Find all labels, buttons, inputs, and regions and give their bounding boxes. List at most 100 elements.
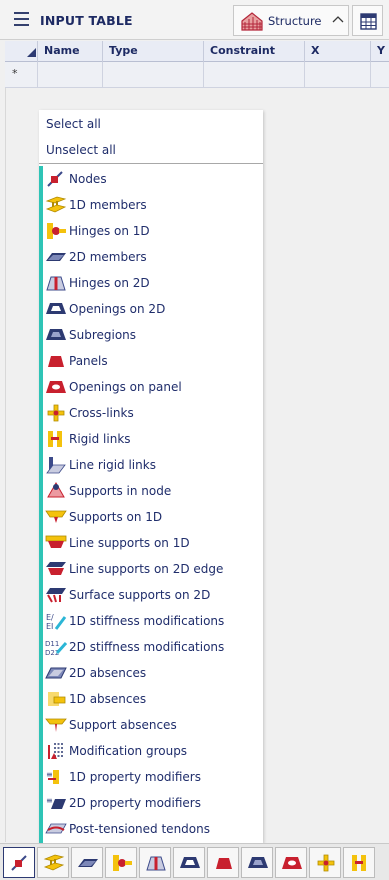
column-header-name[interactable]: Name xyxy=(38,41,103,62)
menu-item[interactable]: 2D members xyxy=(45,244,261,270)
menu-item[interactable]: ≡ 2D property modifiers xyxy=(45,790,261,816)
menu-item-label: Rigid links xyxy=(69,432,131,446)
svg-text:≡: ≡ xyxy=(46,796,53,805)
structure-icon xyxy=(240,11,264,34)
new-row[interactable]: * xyxy=(5,62,389,88)
menu-item[interactable]: Line rigid links xyxy=(45,452,261,478)
menu-item-label: 2D property modifiers xyxy=(69,796,201,810)
new-row-marker: * xyxy=(5,62,38,88)
menu-item-label: Cross-links xyxy=(69,406,134,420)
menu-item[interactable]: Line supports on 1D xyxy=(45,530,261,556)
structure-dropdown[interactable]: Structure xyxy=(233,5,349,36)
menu-item[interactable]: Post-tensioned tendons xyxy=(45,816,261,842)
structure-label: Structure xyxy=(268,14,322,28)
menu-item-label: Nodes xyxy=(69,172,107,186)
table-view-button[interactable] xyxy=(352,5,383,36)
menu-item-label: Hinges on 1D xyxy=(69,224,150,238)
menu-item[interactable]: Modification groups xyxy=(45,738,261,764)
menu-item-label: Support absences xyxy=(69,718,177,732)
menu-item[interactable]: Panels xyxy=(45,348,261,374)
menu-item-label: Hinges on 2D xyxy=(69,276,150,290)
menu-item[interactable]: Line supports on 2D edge xyxy=(45,556,261,582)
absence-1d-icon xyxy=(45,689,67,709)
menu-item-label: Subregions xyxy=(69,328,137,342)
property-modifier-1d-icon: ≡ xyxy=(45,767,67,787)
menu-item[interactable]: Nodes xyxy=(45,166,261,192)
tab-rigid-link[interactable] xyxy=(343,847,375,878)
select-all-cell[interactable] xyxy=(5,41,38,62)
menu-item[interactable]: Supports in node xyxy=(45,478,261,504)
menu-icon[interactable] xyxy=(14,12,29,26)
opening-panel-icon xyxy=(45,377,67,397)
menu-accent-bar xyxy=(39,166,43,843)
entity-tab-strip xyxy=(0,843,389,880)
column-header-y[interactable]: Y xyxy=(371,41,389,62)
menu-item[interactable]: 2D absences xyxy=(45,660,261,686)
tab-plate[interactable] xyxy=(71,847,103,878)
tab-opening-2d[interactable] xyxy=(173,847,205,878)
menu-item[interactable]: Support absences xyxy=(45,712,261,738)
column-header-constraint[interactable]: Constraint xyxy=(204,41,305,62)
menu-item[interactable]: E/EI 1D stiffness modifications xyxy=(45,608,261,634)
new-row-x-cell[interactable] xyxy=(305,62,371,88)
menu-item-label: Line rigid links xyxy=(69,458,156,472)
svg-text:≡: ≡ xyxy=(46,770,53,779)
plate-icon xyxy=(45,247,67,267)
menu-item-label: Supports in node xyxy=(69,484,172,498)
support-1d-icon xyxy=(45,507,67,527)
column-header-x[interactable]: X xyxy=(305,41,371,62)
new-row-y-cell[interactable] xyxy=(371,62,389,88)
svg-text:D11: D11 xyxy=(45,640,59,648)
unselect-all-option[interactable]: Unselect all xyxy=(46,143,116,157)
menu-item[interactable]: D11 D22 2D stiffness modifications xyxy=(45,634,261,660)
menu-item[interactable]: Hinges on 2D xyxy=(45,270,261,296)
tab-subregion[interactable] xyxy=(241,847,273,878)
tab-panel[interactable] xyxy=(207,847,239,878)
menu-item[interactable]: Rigid links xyxy=(45,426,261,452)
grid-header: Name Type Constraint X Y xyxy=(5,41,389,62)
tab-node[interactable] xyxy=(3,847,35,878)
tab-beam[interactable] xyxy=(37,847,69,878)
tab-hinge-1d[interactable] xyxy=(105,847,137,878)
rigid-link-icon xyxy=(45,429,67,449)
menu-item[interactable]: Cross-links xyxy=(45,400,261,426)
line-support-2d-edge-icon xyxy=(45,559,67,579)
stiffness-2d-icon: D11 D22 xyxy=(45,637,68,657)
new-row-constraint-cell[interactable] xyxy=(204,62,305,88)
menu-item[interactable]: Openings on panel xyxy=(45,374,261,400)
menu-item-label: Line supports on 2D edge xyxy=(69,562,224,576)
absence-2d-icon xyxy=(45,663,67,683)
menu-item-label: 2D members xyxy=(69,250,147,264)
menu-item-label: Openings on 2D xyxy=(69,302,166,316)
node-support-icon xyxy=(45,481,67,501)
menu-item[interactable]: 1D members xyxy=(45,192,261,218)
svg-text:EI: EI xyxy=(46,622,53,631)
beam-icon xyxy=(45,195,67,215)
menu-item[interactable]: ≡ 1D property modifiers xyxy=(45,764,261,790)
new-row-name-cell[interactable] xyxy=(38,62,103,88)
tab-cross-link[interactable] xyxy=(309,847,341,878)
node-icon xyxy=(45,169,67,189)
tab-opening-panel[interactable] xyxy=(275,847,307,878)
menu-divider xyxy=(39,163,263,164)
menu-item-label: 1D stiffness modifications xyxy=(69,614,225,628)
menu-item[interactable]: Supports on 1D xyxy=(45,504,261,530)
column-header-type[interactable]: Type xyxy=(103,41,204,62)
new-row-type-cell[interactable] xyxy=(103,62,204,88)
menu-item[interactable]: 1D absences xyxy=(45,686,261,712)
menu-item[interactable]: Subregions xyxy=(45,322,261,348)
menu-item[interactable]: Hinges on 1D xyxy=(45,218,261,244)
select-all-option[interactable]: Select all xyxy=(46,117,101,131)
menu-item-label: 1D absences xyxy=(69,692,147,706)
svg-text:E/: E/ xyxy=(46,613,54,622)
corner-triangle-icon xyxy=(27,48,36,57)
menu-item-label: Modification groups xyxy=(69,744,188,758)
line-support-1d-icon xyxy=(45,533,67,553)
tab-hinge-2d[interactable] xyxy=(139,847,171,878)
line-rigid-link-icon xyxy=(45,455,67,475)
menu-item[interactable]: Surface supports on 2D xyxy=(45,582,261,608)
menu-item[interactable]: Openings on 2D xyxy=(45,296,261,322)
menu-item-label: 2D absences xyxy=(69,666,147,680)
menu-item-label: 2D stiffness modifications xyxy=(69,640,225,654)
modification-group-icon xyxy=(45,741,67,761)
